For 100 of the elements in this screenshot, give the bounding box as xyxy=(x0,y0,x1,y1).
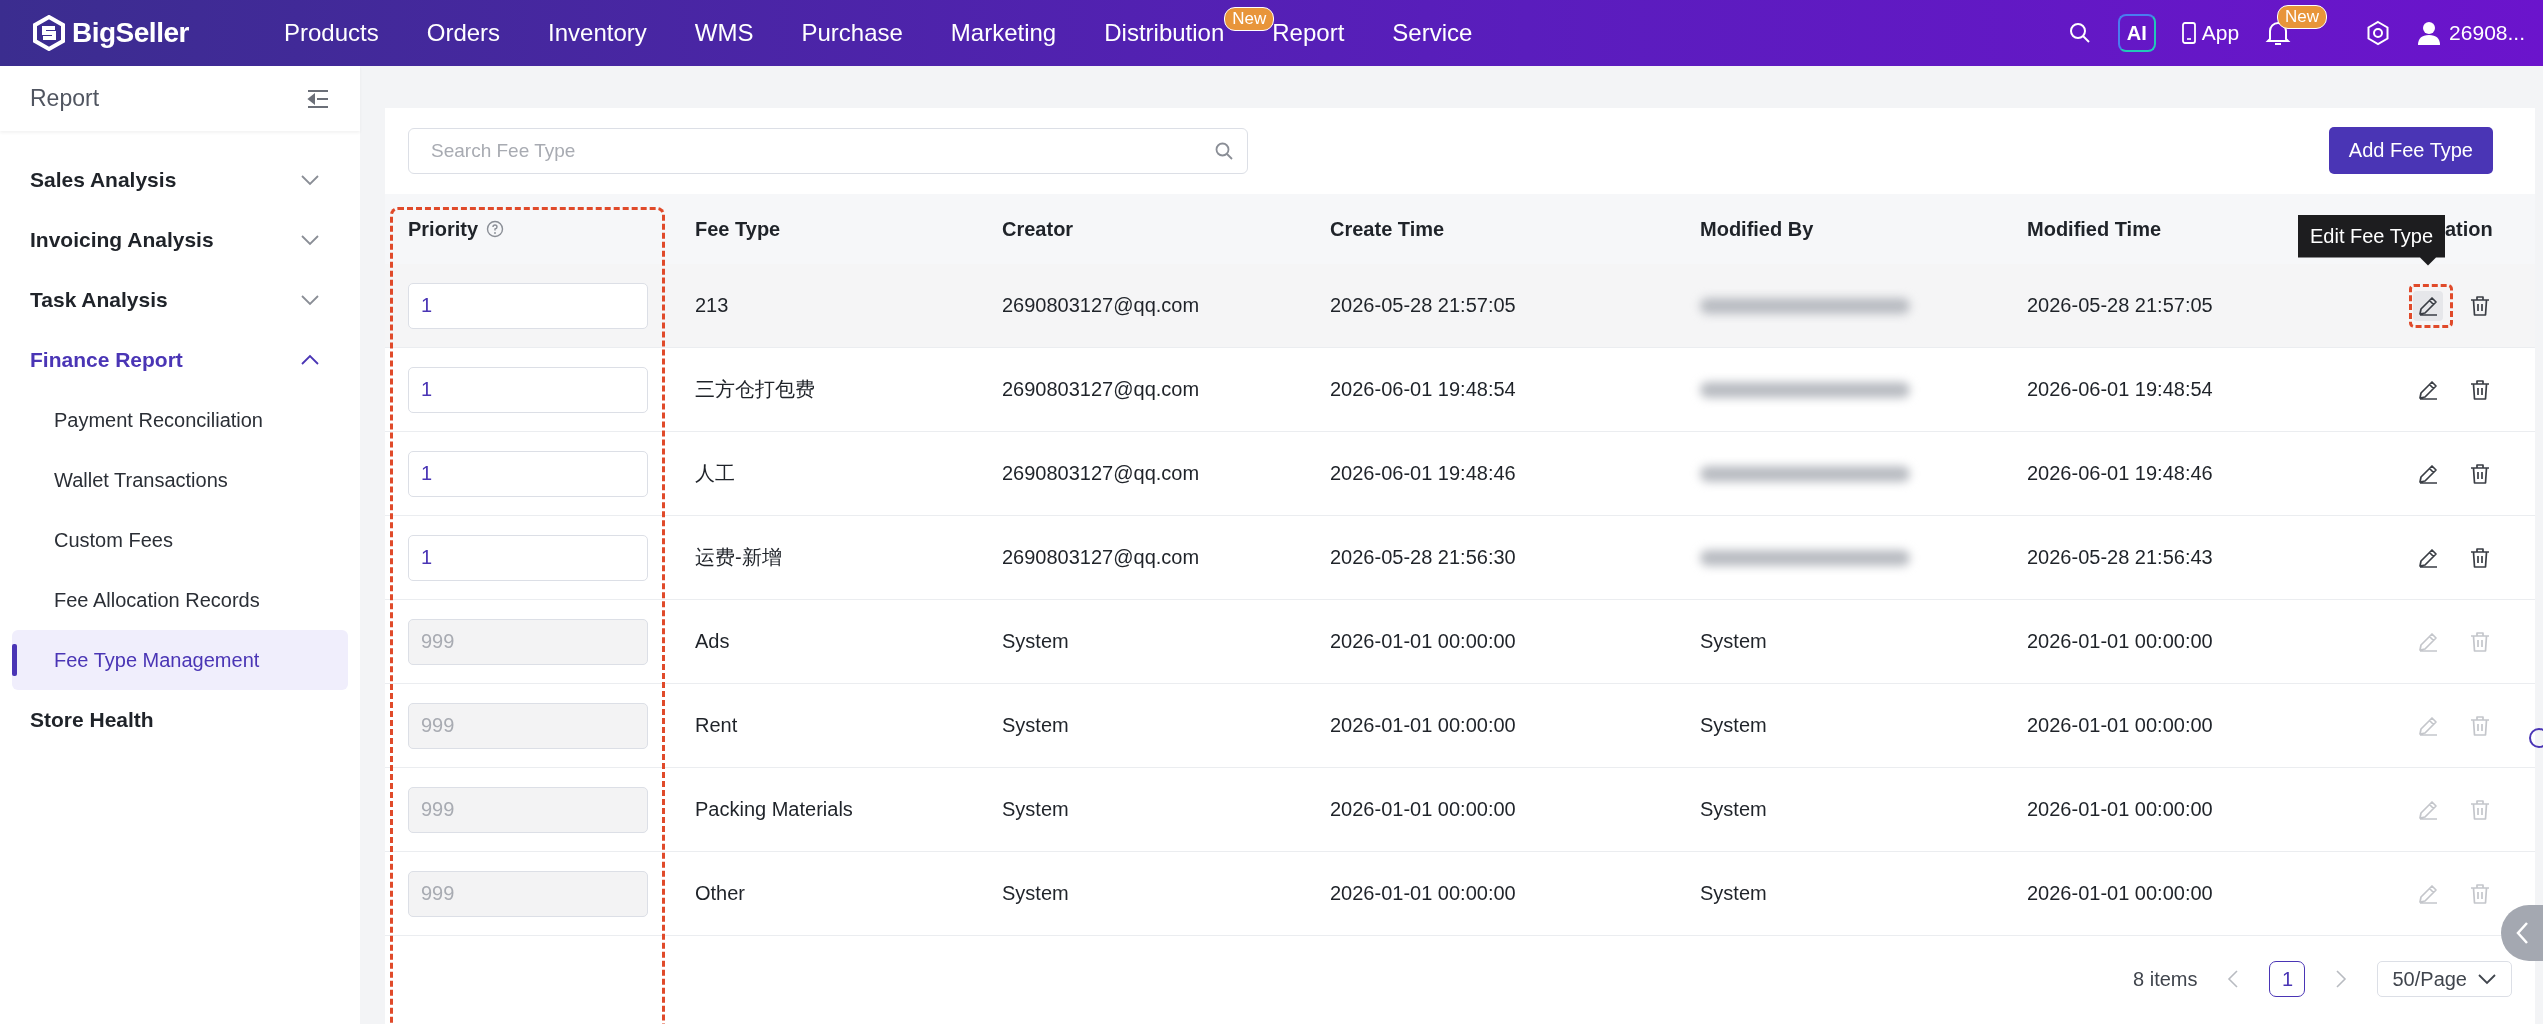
pencil-icon xyxy=(2417,882,2439,905)
table-cell-text: 2026-06-01 19:48:46 xyxy=(1329,462,1517,485)
table-cell-text: 2026-01-01 00:00:00 xyxy=(1329,882,1517,905)
trash-icon xyxy=(2469,714,2491,737)
table-cell-text: 2690803127@qq.com xyxy=(1001,378,1201,401)
column-header: Creator xyxy=(1002,217,1074,241)
table-cell-text: System xyxy=(1699,630,1768,653)
priority-input[interactable]: 1 xyxy=(408,450,648,497)
settings-icon[interactable] xyxy=(2365,20,2392,46)
trash-icon xyxy=(2469,798,2491,821)
sidebar-subitem[interactable]: Wallet Transactions xyxy=(12,450,348,510)
chevron-left-icon xyxy=(2515,921,2529,945)
user-icon xyxy=(2417,21,2442,45)
table-cell-text: 2026-05-28 21:57:05 xyxy=(2026,294,2214,317)
priority-input[interactable]: 1 xyxy=(408,366,648,413)
table-cell-text: 213 xyxy=(694,294,730,317)
trash-icon xyxy=(2469,882,2491,905)
collapse-menu-icon[interactable] xyxy=(306,88,330,109)
help-icon xyxy=(486,220,505,238)
column-header: ation xyxy=(2445,217,2493,241)
table-cell-text: 2026-06-01 19:48:54 xyxy=(1329,378,1517,401)
table-cell-text: 2026-01-01 00:00:00 xyxy=(1329,798,1517,821)
new-badge: New xyxy=(2277,5,2328,29)
trash-icon xyxy=(2469,462,2491,485)
table-cell-text: Other xyxy=(694,882,747,905)
pencil-icon xyxy=(2417,630,2439,653)
table-cell-text: 三方仓打包费 xyxy=(694,377,816,402)
sidebar-subitem[interactable]: Payment Reconciliation xyxy=(12,390,348,450)
table-cell-text: 2690803127@qq.com xyxy=(1001,546,1201,569)
table-cell-text: 人工 xyxy=(694,461,736,486)
search-field[interactable]: Search Fee Type xyxy=(408,127,1248,174)
trash-icon xyxy=(2469,294,2491,317)
nav-item[interactable]: Distribution xyxy=(1104,19,1225,46)
trash-icon xyxy=(2469,630,2491,653)
pencil-icon xyxy=(2417,378,2439,401)
phone-icon xyxy=(2181,22,2196,44)
pencil-icon xyxy=(2417,462,2439,485)
table-cell-text: System xyxy=(1001,630,1070,653)
user-menu[interactable]: 26908... xyxy=(2417,21,2525,45)
table-cell-text: 2026-01-01 00:00:00 xyxy=(2026,714,2214,737)
table-cell-text: 2026-01-01 00:00:00 xyxy=(1329,630,1517,653)
nav-item[interactable]: Products xyxy=(284,19,379,46)
pencil-icon xyxy=(2417,546,2439,569)
column-header: Priority xyxy=(408,217,479,241)
table-cell-text: 2026-01-01 00:00:00 xyxy=(2026,798,2214,821)
pencil-icon xyxy=(2417,294,2439,317)
search-icon[interactable] xyxy=(2067,21,2092,45)
trash-icon xyxy=(2469,378,2491,401)
sidebar-item[interactable]: Finance Report xyxy=(0,330,360,390)
add-fee-type-button[interactable]: Add Fee Type xyxy=(2328,127,2493,174)
chevron-down-icon xyxy=(2477,973,2497,985)
logo-icon xyxy=(32,15,66,51)
table-cell-text: 2026-05-28 21:56:30 xyxy=(1329,546,1517,569)
new-badge: New xyxy=(1224,7,1275,31)
table-cell-text: Packing Materials xyxy=(694,798,854,821)
table-cell-text: 2026-06-01 19:48:46 xyxy=(2026,462,2214,485)
table-cell-text: 2026-06-01 19:48:54 xyxy=(2026,378,2214,401)
sidebar-item[interactable]: Sales Analysis xyxy=(0,150,360,210)
page-button[interactable]: 1 xyxy=(2269,961,2306,997)
chevron-down-icon xyxy=(300,174,320,186)
logo-text[interactable]: BigSeller xyxy=(72,17,189,49)
nav-item[interactable]: Report xyxy=(1272,19,1345,46)
column-header: Modified Time xyxy=(2027,217,2162,241)
sidebar-item[interactable]: Store Health xyxy=(0,690,360,750)
table-cell-text: 2690803127@qq.com xyxy=(1001,294,1201,317)
chevron-down-icon xyxy=(300,294,320,306)
sidebar-subitem[interactable]: Fee Type Management xyxy=(12,630,348,690)
table-cell-text: 2026-05-28 21:57:05 xyxy=(1329,294,1517,317)
priority-input[interactable]: 1 xyxy=(408,282,648,329)
sidebar-title: Report xyxy=(30,85,100,112)
trash-icon xyxy=(2469,546,2491,569)
table-cell-text: 2026-01-01 00:00:00 xyxy=(2026,630,2214,653)
sidebar-item[interactable]: Task Analysis xyxy=(0,270,360,330)
ai-button[interactable]: AI xyxy=(2117,14,2156,52)
table-cell-text: 2026-01-01 00:00:00 xyxy=(2026,882,2214,905)
nav-item[interactable]: WMS xyxy=(694,19,754,46)
page-size-select[interactable]: 50/Page xyxy=(2377,961,2512,997)
sidebar-subitem[interactable]: Fee Allocation Records xyxy=(12,570,348,630)
nav-item[interactable]: Orders xyxy=(426,19,501,46)
pencil-icon xyxy=(2417,714,2439,737)
table-cell-text: System xyxy=(1001,882,1070,905)
table-cell-text: System xyxy=(1699,798,1768,821)
nav-item[interactable]: Marketing xyxy=(950,19,1057,46)
column-header: Modified By xyxy=(1700,217,1814,241)
edit-button[interactable] xyxy=(2413,290,2443,321)
app-link[interactable]: App xyxy=(2181,21,2240,45)
sidebar-item[interactable]: Invoicing Analysis xyxy=(0,210,360,270)
sidebar-subitem[interactable]: Custom Fees xyxy=(12,510,348,570)
priority-input[interactable]: 1 xyxy=(408,534,648,581)
table-cell-text: System xyxy=(1699,882,1768,905)
nav-item[interactable]: Inventory xyxy=(548,19,647,46)
nav-item[interactable]: Purchase xyxy=(801,19,903,46)
column-header: Create Time xyxy=(1330,217,1445,241)
table-cell-text: Ads xyxy=(694,630,731,653)
table-cell-text: System xyxy=(1001,798,1070,821)
chevron-up-icon xyxy=(300,354,320,366)
nav-item[interactable]: Service xyxy=(1392,19,1473,46)
table-cell-text: System xyxy=(1699,714,1768,737)
column-header: Fee Type xyxy=(695,217,781,241)
pencil-icon xyxy=(2417,798,2439,821)
